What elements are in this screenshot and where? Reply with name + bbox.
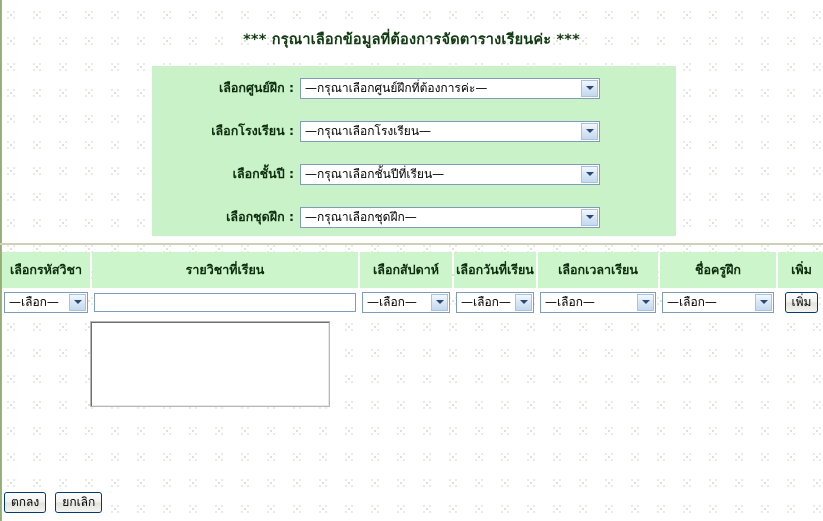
chevron-down-icon[interactable] <box>581 122 598 140</box>
chevron-down-icon[interactable] <box>69 293 86 311</box>
select-teacher[interactable]: —เลือก— <box>662 291 774 313</box>
add-row-button[interactable]: เพิ่ม <box>784 291 819 313</box>
field-row-school: เลือกโรงเรียน : —กรุณาเลือกโรงเรียน— <box>152 119 676 143</box>
label-year-level: เลือกชั้นปี : <box>232 166 294 181</box>
select-subject-code[interactable]: —เลือก— <box>4 291 88 313</box>
scheduling-form-page: *** กรุณาเลือกข้อมูลที่ต้องการจัดตารางเร… <box>0 0 823 521</box>
table-header-row: เลือกรหัสวิชา รายวิชาที่เรียน เลือกสัปดา… <box>2 252 823 288</box>
column-header-week: เลือกสัปดาห์ <box>360 252 452 288</box>
select-training-center[interactable]: —กรุณาเลือกศูนย์ฝึกที่ต้องการค่ะ— <box>300 77 600 99</box>
chevron-down-icon[interactable] <box>581 208 598 226</box>
chevron-down-icon[interactable] <box>581 79 598 97</box>
select-training-set-value: —กรุณาเลือกชุดฝึก— <box>305 209 417 224</box>
column-header-subject-code: เลือกรหัสวิชา <box>2 252 90 288</box>
chevron-down-icon[interactable] <box>637 293 654 311</box>
schedule-entry-table: เลือกรหัสวิชา รายวิชาที่เรียน เลือกสัปดา… <box>0 252 823 316</box>
table-row: —เลือก— —เลือก— —เลือก— —เลือก— —เลือก— … <box>2 288 823 316</box>
chevron-down-icon[interactable] <box>755 293 772 311</box>
section-divider <box>0 243 823 245</box>
field-row-training-set: เลือกชุดฝึก : —กรุณาเลือกชุดฝึก— <box>152 205 676 229</box>
select-year-level-value: —กรุณาเลือกชั้นปีที่เรียน— <box>305 166 445 181</box>
cell-subject-name <box>92 288 358 316</box>
label-school: เลือกโรงเรียน : <box>211 123 294 138</box>
field-row-training-center: เลือกศูนย์ฝึก : —กรุณาเลือกศูนย์ฝึกที่ต้… <box>152 76 676 100</box>
cell-subject-code: —เลือก— <box>2 288 90 316</box>
select-week[interactable]: —เลือก— <box>362 291 450 313</box>
select-training-center-value: —กรุณาเลือกศูนย์ฝึกที่ต้องการค่ะ— <box>305 80 488 95</box>
select-school[interactable]: —กรุณาเลือกโรงเรียน— <box>300 120 600 142</box>
select-day[interactable]: —เลือก— <box>456 291 534 313</box>
chevron-down-icon[interactable] <box>431 293 448 311</box>
cell-time: —เลือก— <box>538 288 658 316</box>
cell-add: เพิ่ม <box>778 288 823 316</box>
column-header-time: เลือกเวลาเรียน <box>538 252 658 288</box>
column-header-day: เลือกวันที่เรียน <box>454 252 536 288</box>
select-year-level[interactable]: —กรุณาเลือกชั้นปีที่เรียน— <box>300 163 600 185</box>
select-time[interactable]: —เลือก— <box>540 291 656 313</box>
bottom-action-bar: ตกลง ยกเลิก <box>4 492 103 513</box>
subject-name-input[interactable] <box>94 292 356 312</box>
column-header-teacher: ชื่อครูฝึก <box>660 252 776 288</box>
subject-name-suggestion-list[interactable] <box>90 321 330 407</box>
chevron-down-icon[interactable] <box>581 165 598 183</box>
label-training-center: เลือกศูนย์ฝึก : <box>218 80 294 95</box>
select-training-set[interactable]: —กรุณาเลือกชุดฝึก— <box>300 206 600 228</box>
cancel-button[interactable]: ยกเลิก <box>55 492 103 513</box>
cell-day: —เลือก— <box>454 288 536 316</box>
cell-teacher: —เลือก— <box>660 288 776 316</box>
chevron-down-icon[interactable] <box>515 293 532 311</box>
filter-panel: เลือกศูนย์ฝึก : —กรุณาเลือกศูนย์ฝึกที่ต้… <box>152 66 676 236</box>
page-title: *** กรุณาเลือกข้อมูลที่ต้องการจัดตารางเร… <box>243 32 580 48</box>
label-training-set: เลือกชุดฝึก : <box>226 209 294 224</box>
field-row-year-level: เลือกชั้นปี : —กรุณาเลือกชั้นปีที่เรียน— <box>152 162 676 186</box>
confirm-button[interactable]: ตกลง <box>4 492 47 513</box>
column-header-add: เพิ่ม <box>778 252 823 288</box>
cell-week: —เลือก— <box>360 288 452 316</box>
column-header-subject-name: รายวิชาที่เรียน <box>92 252 358 288</box>
select-school-value: —กรุณาเลือกโรงเรียน— <box>305 123 432 138</box>
